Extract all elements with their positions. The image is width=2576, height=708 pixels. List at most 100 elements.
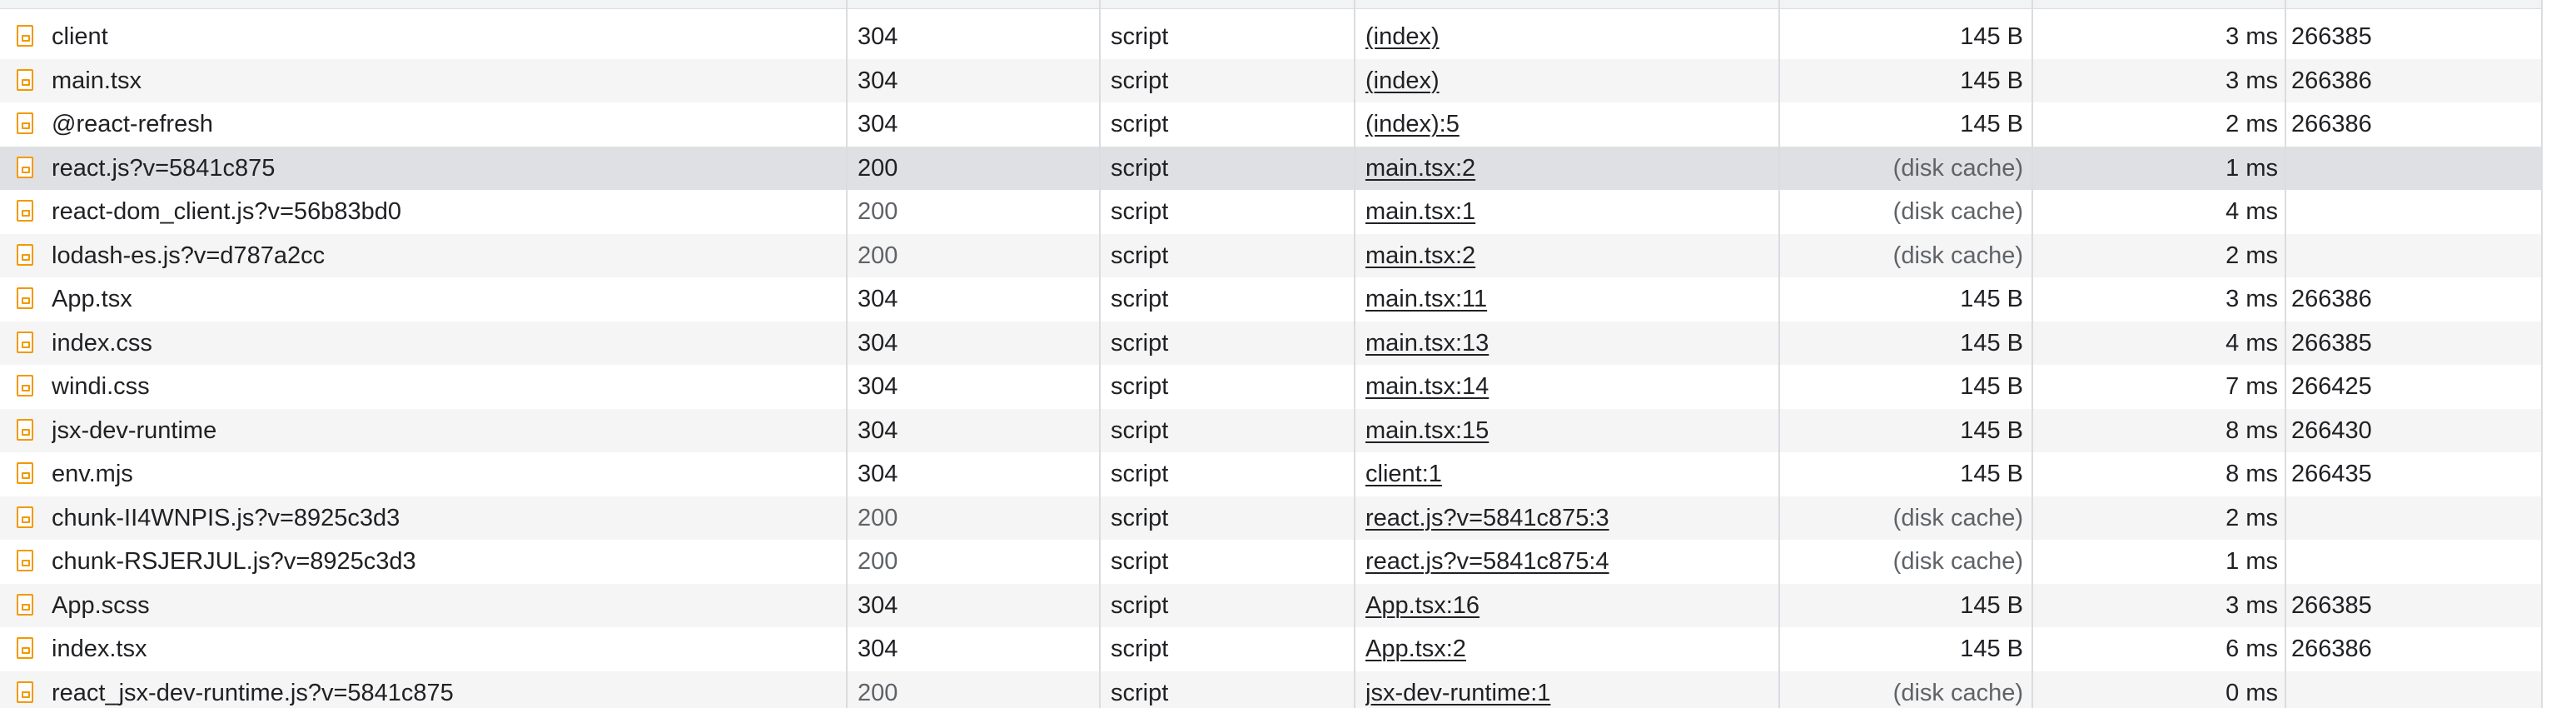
column-divider[interactable] [846, 0, 848, 708]
column-divider[interactable] [1099, 0, 1101, 708]
request-time: 8 ms [2225, 461, 2278, 487]
request-extra-column: 266386 [2291, 67, 2372, 94]
request-name[interactable]: App.tsx [52, 277, 843, 321]
request-type: script [1111, 461, 1169, 487]
initiator-link[interactable]: (index):5 [1365, 111, 1460, 137]
initiator-link[interactable]: jsx-dev-runtime:1 [1365, 680, 1550, 706]
table-row[interactable]: jsx-dev-runtime 304 script main.tsx:15 145 B… [0, 408, 2541, 452]
table-row[interactable]: react.js?v=5841c875 200 script main.tsx:2 (d… [0, 146, 2541, 190]
request-status: 304 [858, 416, 898, 444]
request-status: 200 [858, 198, 898, 225]
table-row[interactable]: index.tsx 304 script App.tsx:2 145 B 6 ms 2663… [0, 627, 2541, 671]
request-name[interactable]: lodash-es.js?v=d787a2cc [52, 234, 843, 277]
request-extra-column: 266425 [2291, 373, 2372, 400]
request-status: 200 [858, 242, 898, 269]
initiator-link[interactable]: App.tsx:2 [1365, 636, 1466, 662]
right-panel-edge [2541, 0, 2576, 708]
initiator-link[interactable]: (index) [1365, 67, 1440, 94]
initiator-link[interactable]: main.tsx:15 [1365, 417, 1489, 444]
request-time: 2 ms [2225, 242, 2278, 269]
request-size: 145 B [1960, 111, 2023, 137]
request-time: 8 ms [2225, 416, 2278, 444]
column-divider[interactable] [1354, 0, 1355, 708]
request-size: (disk cache) [1892, 154, 2023, 182]
request-time: 4 ms [2225, 198, 2278, 225]
script-file-icon [17, 375, 33, 396]
request-name[interactable]: client [52, 15, 843, 58]
request-size: (disk cache) [1892, 198, 2023, 225]
request-type: script [1111, 504, 1169, 531]
request-size: 145 B [1960, 591, 2023, 619]
script-file-icon [17, 243, 33, 266]
table-row[interactable]: @react-refresh 304 script (index):5 145 B 2 m… [0, 102, 2541, 146]
initiator-link[interactable]: client:1 [1365, 461, 1442, 487]
initiator-link[interactable]: main.tsx:2 [1365, 155, 1475, 182]
column-divider[interactable] [1778, 0, 1780, 708]
request-size: 145 B [1960, 373, 2023, 400]
request-name[interactable]: chunk-RSJERJUL.js?v=8925c3d3 [52, 540, 843, 583]
initiator-link[interactable]: main.tsx:1 [1365, 198, 1475, 225]
request-size: 145 B [1960, 636, 2023, 662]
request-type: script [1111, 286, 1169, 312]
initiator-link[interactable]: (index) [1365, 23, 1440, 50]
request-name[interactable]: react_jsx-dev-runtime.js?v=5841c875 [52, 671, 843, 708]
request-status: 304 [858, 373, 898, 400]
request-name[interactable]: react.js?v=5841c875 [52, 147, 843, 190]
table-row[interactable]: App.scss 304 script App.tsx:16 145 B 3 ms 2663… [0, 583, 2541, 627]
request-time: 3 ms [2225, 23, 2278, 50]
table-row[interactable]: chunk-RSJERJUL.js?v=8925c3d3 200 script rea… [0, 540, 2541, 583]
table-row[interactable]: index.css 304 script main.tsx:13 145 B 4 ms 26… [0, 321, 2541, 365]
request-type: script [1111, 679, 1169, 706]
column-divider[interactable] [2031, 0, 2033, 708]
request-name[interactable]: App.scss [52, 584, 843, 627]
request-name[interactable]: main.tsx [52, 59, 843, 102]
initiator-link[interactable]: react.js?v=5841c875:3 [1365, 505, 1609, 531]
request-name[interactable]: env.mjs [52, 452, 843, 496]
initiator-link[interactable]: App.tsx:16 [1365, 592, 1479, 619]
request-type: script [1111, 111, 1169, 137]
request-status: 200 [858, 504, 898, 531]
script-file-icon [17, 637, 33, 659]
table-row[interactable]: lodash-es.js?v=d787a2cc 200 script main.tsx… [0, 233, 2541, 277]
request-initiator: main.tsx:1 [1365, 190, 1773, 233]
request-size: 145 B [1960, 461, 2023, 487]
request-time: 0 ms [2225, 679, 2278, 706]
initiator-link[interactable]: main.tsx:14 [1365, 373, 1489, 400]
network-request-table: client 304 script (index) 145 B 3 ms 266385 mai… [0, 0, 2576, 708]
initiator-link[interactable]: main.tsx:2 [1365, 242, 1475, 269]
request-initiator: react.js?v=5841c875:3 [1365, 496, 1773, 540]
request-time: 2 ms [2225, 111, 2278, 137]
table-row[interactable]: react_jsx-dev-runtime.js?v=5841c875 200 sc… [0, 671, 2541, 708]
script-file-icon [17, 593, 33, 616]
request-time: 3 ms [2225, 591, 2278, 619]
table-row[interactable]: chunk-II4WNPIS.js?v=8925c3d3 200 script rea… [0, 496, 2541, 540]
table-row[interactable]: App.tsx 304 script main.tsx:11 145 B 3 ms 2663… [0, 277, 2541, 321]
request-type: script [1111, 416, 1169, 444]
script-file-icon [17, 418, 33, 441]
request-status: 304 [858, 286, 898, 312]
table-row[interactable]: client 304 script (index) 145 B 3 ms 266385 [0, 15, 2541, 58]
table-row[interactable]: react-dom_client.js?v=56b83bd0 200 script m… [0, 190, 2541, 233]
request-time: 3 ms [2225, 67, 2278, 94]
table-row[interactable]: env.mjs 304 script client:1 145 B 8 ms 266435 [0, 452, 2541, 496]
request-type: script [1111, 23, 1169, 50]
request-time: 1 ms [2225, 548, 2278, 575]
request-name[interactable]: jsx-dev-runtime [52, 409, 843, 452]
initiator-link[interactable]: main.tsx:13 [1365, 330, 1489, 356]
request-status: 304 [858, 329, 898, 356]
script-file-icon [17, 200, 33, 222]
request-name[interactable]: @react-refresh [52, 102, 843, 146]
request-time: 3 ms [2225, 286, 2278, 312]
table-row[interactable]: main.tsx 304 script (index) 145 B 3 ms 266386 [0, 58, 2541, 102]
request-name[interactable]: windi.css [52, 365, 843, 408]
request-name[interactable]: index.tsx [52, 627, 843, 671]
initiator-link[interactable]: react.js?v=5841c875:4 [1365, 548, 1609, 575]
request-name[interactable]: react-dom_client.js?v=56b83bd0 [52, 190, 843, 233]
table-row[interactable]: windi.css 304 script main.tsx:14 145 B 7 ms 26… [0, 365, 2541, 408]
request-extra-column: 266386 [2291, 111, 2372, 137]
request-name[interactable]: chunk-II4WNPIS.js?v=8925c3d3 [52, 496, 843, 540]
initiator-link[interactable]: main.tsx:11 [1365, 286, 1487, 312]
column-divider[interactable] [2285, 0, 2286, 708]
request-name[interactable]: index.css [52, 322, 843, 365]
script-file-icon [17, 681, 33, 703]
